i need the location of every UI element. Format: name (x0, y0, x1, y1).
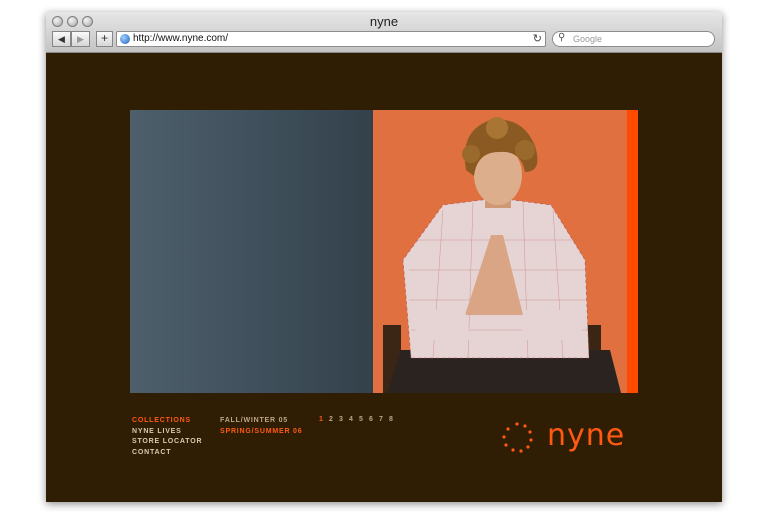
web-page-content: COLLECTIONS NYNE LIVES STORE LOCATOR CON… (46, 53, 722, 502)
page-link-2[interactable]: 2 (329, 416, 339, 423)
plus-icon: + (100, 31, 108, 45)
search-placeholder: Google (573, 34, 603, 44)
season-link-fall-winter-05[interactable]: FALL/WINTER 05 (220, 416, 302, 427)
logo-wordmark: nyne (547, 418, 626, 453)
reload-icon[interactable]: ↻ (533, 32, 542, 45)
season-link-spring-summer-06[interactable]: SPRING/SUMMER 06 (220, 427, 302, 438)
season-navigation: FALL/WINTER 05 SPRING/SUMMER 06 (220, 416, 302, 437)
page-link-7[interactable]: 7 (379, 416, 389, 423)
nav-link-store-locator[interactable]: STORE LOCATOR (132, 437, 202, 448)
search-icon: ⚲ (558, 32, 566, 43)
search-input[interactable]: ⚲ Google (552, 31, 715, 47)
accent-bar (627, 110, 638, 393)
address-text: http://www.nyne.com/ (133, 33, 229, 44)
back-button[interactable]: ◀ (52, 31, 71, 47)
hero-photo-model (373, 110, 638, 393)
page-link-5[interactable]: 5 (359, 416, 369, 423)
nav-link-nyne-lives[interactable]: NYNE LIVES (132, 427, 202, 438)
image-pager: 12345678 (319, 416, 399, 423)
page-link-8[interactable]: 8 (389, 416, 399, 423)
globe-icon (120, 34, 130, 44)
page-link-1[interactable]: 1 (319, 416, 329, 423)
window-title: nyne (369, 14, 399, 29)
model-illustration (383, 117, 621, 393)
forward-button[interactable]: ▶ (71, 31, 90, 47)
hero-gradient-panel (130, 110, 373, 393)
nav-link-collections[interactable]: COLLECTIONS (132, 416, 202, 427)
back-arrow-icon: ◀ (58, 34, 65, 44)
nav-link-contact[interactable]: CONTACT (132, 448, 202, 459)
add-bookmark-button[interactable]: + (96, 31, 113, 47)
page-link-3[interactable]: 3 (339, 416, 349, 423)
browser-window: nyne ◀ ▶ + http://www.nyne.com/ ↻ ⚲ Goog… (46, 12, 722, 502)
hero-image (130, 110, 638, 393)
forward-arrow-icon: ▶ (77, 34, 84, 44)
dotted-circle-logo-icon (502, 422, 533, 453)
title-bar: nyne ◀ ▶ + http://www.nyne.com/ ↻ ⚲ Goog… (46, 12, 722, 53)
address-bar[interactable]: http://www.nyne.com/ ↻ (116, 31, 546, 47)
nyne-logo[interactable]: nyne (501, 418, 641, 460)
page-link-4[interactable]: 4 (349, 416, 359, 423)
page-link-6[interactable]: 6 (369, 416, 379, 423)
main-navigation: COLLECTIONS NYNE LIVES STORE LOCATOR CON… (132, 416, 202, 458)
